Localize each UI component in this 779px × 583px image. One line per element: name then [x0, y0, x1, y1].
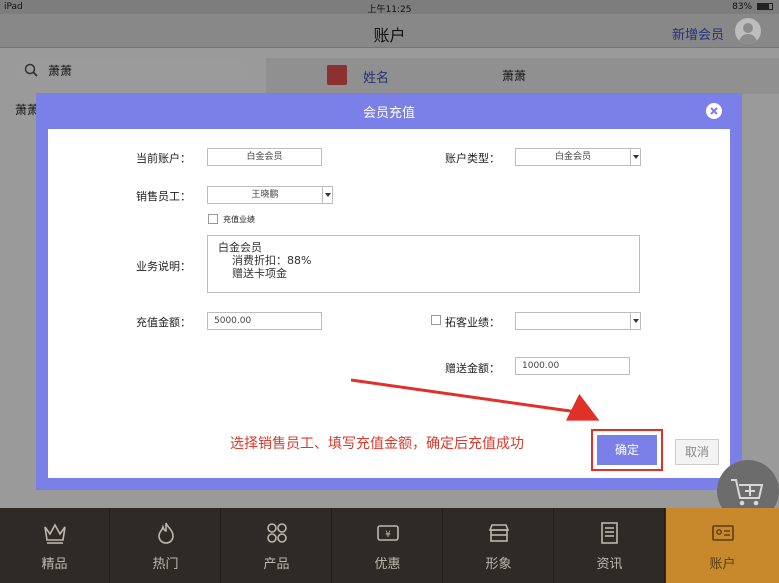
tab-label: 精品 — [41, 557, 68, 572]
tab-products[interactable]: 产品 — [222, 508, 332, 583]
detail-label: 姓名 — [363, 71, 390, 86]
crown-icon — [44, 523, 66, 544]
svg-text:¥: ¥ — [385, 530, 391, 540]
search-value: 萧萧 — [48, 64, 73, 78]
tab-promotions[interactable]: ¥ 优惠 — [333, 508, 443, 583]
tab-image[interactable]: 形象 — [444, 508, 554, 583]
tab-label: 资讯 — [596, 557, 623, 572]
store-icon — [488, 524, 510, 542]
tab-featured[interactable]: 精品 — [0, 508, 110, 583]
close-button[interactable] — [706, 103, 722, 119]
add-member-button[interactable]: 新增会员 — [672, 24, 724, 43]
tab-label: 优惠 — [374, 557, 401, 572]
dialog-title: 会员充值 — [362, 106, 415, 121]
account-card-icon — [712, 525, 734, 541]
battery-percent: 83% — [732, 2, 753, 12]
annotation-arrow-icon — [350, 378, 600, 421]
tab-label: 热门 — [152, 557, 179, 572]
ticket-icon: ¥ — [377, 525, 399, 541]
status-bar: iPad 上午11:25 83% — [0, 0, 779, 15]
detail-value: 萧萧 — [502, 69, 527, 83]
close-icon — [710, 107, 718, 115]
grid-icon — [267, 523, 287, 543]
cancel-button[interactable]: 取消 — [675, 439, 719, 465]
tab-label: 形象 — [485, 557, 512, 572]
cart-add-icon — [731, 479, 764, 506]
member-photo-icon — [327, 65, 347, 85]
annotation-note: 选择销售员工、填写充值金额，确定后充值成功 — [230, 436, 524, 452]
search-icon — [24, 63, 38, 77]
bottom-tab-bar: 精品 热门 产品 ¥ 优惠 形象 资讯 账户 — [0, 508, 779, 583]
recharge-dialog: 会员充值 当前账户： 白金会员 账户类型： 白金会员 销售员工： 王晓鹏 充值业… — [36, 93, 742, 490]
tab-label: 账户 — [709, 557, 736, 572]
member-detail-row: 姓名 萧萧 — [266, 58, 779, 94]
confirm-button[interactable]: 确定 — [597, 435, 657, 465]
battery-icon — [757, 3, 773, 10]
tab-label: 产品 — [263, 557, 290, 572]
search-input[interactable]: 萧萧 — [14, 58, 250, 84]
dialog-body: 当前账户： 白金会员 账户类型： 白金会员 销售员工： 王晓鹏 充值业绩 业务说… — [48, 129, 730, 478]
tab-news[interactable]: 资讯 — [555, 508, 665, 583]
avatar[interactable] — [735, 18, 761, 44]
news-icon — [601, 522, 618, 544]
page-title: 账户 — [373, 26, 406, 45]
tab-account[interactable]: 账户 — [666, 508, 779, 583]
battery-status: 83% — [732, 2, 773, 12]
tab-hot[interactable]: 热门 — [111, 508, 221, 583]
nav-bar: 账户 新增会员 — [0, 14, 779, 48]
flame-icon — [158, 522, 174, 544]
